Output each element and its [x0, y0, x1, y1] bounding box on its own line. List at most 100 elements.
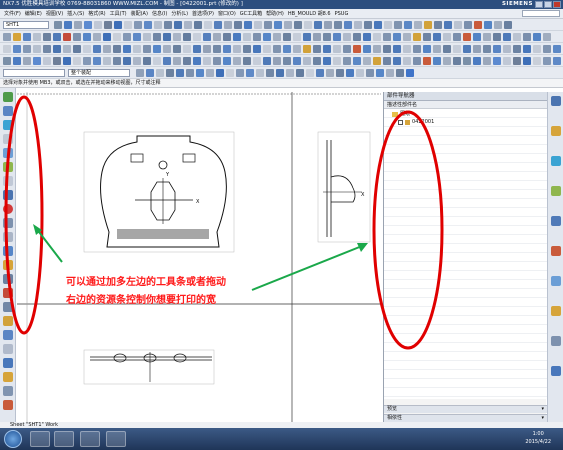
resource-bar [547, 92, 563, 423]
roles-icon[interactable] [551, 306, 561, 316]
history-icon[interactable] [551, 186, 561, 196]
taskbar-app-browser[interactable] [80, 431, 100, 447]
checkbox-icon[interactable] [398, 119, 403, 125]
menu-info[interactable]: 信息(I) [152, 10, 167, 17]
tool-icon[interactable] [3, 260, 13, 270]
view-boundary [83, 349, 215, 385]
dependency-label: 相依性 [387, 415, 403, 421]
system-clock[interactable]: 1:00 2015/4/22 [525, 430, 551, 446]
toolbar-row-4 [0, 55, 563, 67]
tool-icon[interactable] [3, 92, 13, 102]
menu-format[interactable]: 格式(R) [88, 10, 105, 17]
menu-file[interactable]: 文件(F) [4, 10, 21, 17]
tool-icon[interactable] [3, 330, 13, 340]
menu-gc-toolbox[interactable]: GC工具箱 [240, 10, 262, 17]
tool-icon[interactable] [3, 288, 13, 298]
menu-tools[interactable]: 工具(T) [110, 10, 127, 17]
taskbar-app-chat[interactable] [54, 431, 74, 447]
menu-insert[interactable]: 插入(S) [67, 10, 84, 17]
tool-icon[interactable] [3, 344, 13, 354]
dependency-bar[interactable]: 相依性 ▾ [384, 414, 547, 422]
y-axis-label: Y [165, 172, 170, 178]
tool-icon[interactable] [3, 274, 13, 284]
toolbar-row-3 [0, 43, 563, 55]
tool-icon[interactable] [3, 148, 13, 158]
part-hole [158, 160, 168, 170]
preview-bar[interactable]: 预览 ▾ [384, 405, 547, 413]
tool-icon[interactable] [3, 162, 13, 172]
menu-analysis[interactable]: 分析(L) [171, 10, 188, 17]
tree-node-sheet[interactable]: 0422001 [398, 118, 434, 126]
column-header[interactable]: 描述性部件名 [384, 101, 547, 109]
menu-edit[interactable]: 编辑(E) [25, 10, 42, 17]
x-axis-label: X [196, 199, 200, 205]
tool-icon[interactable] [3, 358, 13, 368]
menu-psug[interactable]: PSUG [335, 11, 349, 17]
tool-icon[interactable] [3, 372, 13, 382]
menu-assembly[interactable]: 装配(A) [131, 10, 148, 17]
system-materials-icon[interactable] [551, 216, 561, 226]
taskbar-app-nx[interactable] [106, 431, 126, 447]
base-ribs [117, 229, 209, 239]
part-navigator-icon[interactable] [551, 126, 561, 136]
toolbar-row-1: SHT1 [0, 19, 563, 31]
sheet-icon [405, 119, 410, 125]
side-x-label: X [361, 192, 365, 198]
menu-help[interactable]: 帮助(H) [266, 10, 284, 17]
drawing-canvas[interactable]: X Y X [17, 92, 381, 422]
tool-icon[interactable] [3, 400, 13, 410]
tool-icon[interactable] [3, 204, 13, 214]
chevron-down-icon: ▾ [541, 415, 544, 421]
tool-icon[interactable] [3, 218, 13, 228]
front-view[interactable]: X Y [83, 131, 235, 253]
menu-view[interactable]: 视图(V) [46, 10, 63, 17]
assembly-scope-select[interactable]: 整个装配 [68, 69, 130, 77]
clock-time: 1:00 [532, 431, 544, 437]
window-controls [535, 1, 561, 8]
minimize-button[interactable] [535, 1, 543, 8]
maximize-button[interactable] [544, 1, 552, 8]
top-view[interactable] [83, 349, 215, 385]
part-slot [130, 153, 144, 163]
window-title: NX7.5 优胜模具培训学校 0769-88031860 WWW.MIZL.CO… [3, 1, 243, 7]
side-profile [330, 175, 356, 203]
start-button[interactable] [4, 430, 22, 448]
tool-icon[interactable] [3, 106, 13, 116]
web-browser-icon[interactable] [551, 156, 561, 166]
tool-icon[interactable] [3, 316, 13, 326]
tool-icon[interactable] [3, 302, 13, 312]
tool-icon[interactable] [3, 176, 13, 186]
menu-hb-mould[interactable]: HB_MOULD 胡8.6 [288, 10, 331, 17]
tool-icon[interactable] [3, 246, 13, 256]
tool-icon[interactable] [3, 232, 13, 242]
command-search-input[interactable] [522, 10, 560, 17]
menu-preferences[interactable]: 首选项(P) [192, 10, 214, 17]
tool-icon[interactable] [3, 134, 13, 144]
part-outline [100, 135, 227, 248]
toolbar-icons-1 [54, 21, 512, 29]
assembly-navigator-icon[interactable] [551, 96, 561, 106]
left-toolbar [0, 88, 16, 422]
part-slot [182, 153, 196, 163]
taskbar-app-explorer[interactable] [30, 431, 50, 447]
menu-window[interactable]: 窗口(O) [218, 10, 236, 17]
reuse-library-icon[interactable] [551, 366, 561, 376]
system-scenes-icon[interactable] [551, 336, 561, 346]
toolbar-row-5: 整个装配 [0, 67, 563, 79]
toolbar-icons-5 [136, 69, 414, 77]
tool-icon[interactable] [3, 120, 13, 130]
manufacturing-wizard-icon[interactable] [551, 276, 561, 286]
sheet-select[interactable]: SHT1 [3, 21, 49, 29]
folder-icon [392, 111, 398, 117]
tool-icon[interactable] [3, 190, 13, 200]
close-button[interactable] [553, 1, 561, 8]
selection-filter-select[interactable] [3, 69, 65, 77]
navigator-tree[interactable] [384, 109, 547, 399]
tree-node-drawing[interactable]: 图纸 [392, 110, 410, 118]
annotation-line-1: 可以通过加多左边的工具条或者拖动 [66, 277, 226, 288]
status-prompt: 选择对象并使用 MB3，或双击，或选在并拖动来移动视图，尺寸或注释 [0, 79, 563, 88]
process-studio-icon[interactable] [551, 246, 561, 256]
part-navigator-panel[interactable]: 部件导航器 描述性部件名 图纸 0422001 预览 ▾ 相依性 ▾ [383, 92, 547, 423]
side-view[interactable]: X [317, 131, 371, 243]
tool-icon[interactable] [3, 386, 13, 396]
